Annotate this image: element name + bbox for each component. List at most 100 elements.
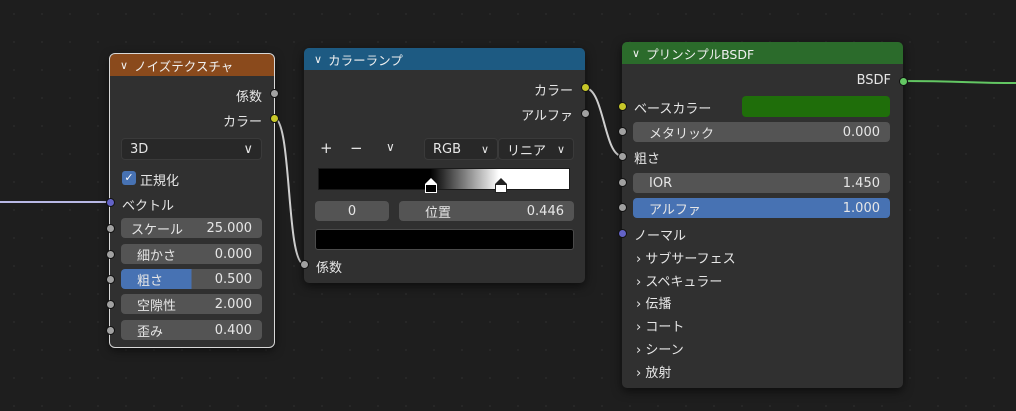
- panel-emission[interactable]: › 放射: [636, 362, 671, 381]
- chevron-down-icon[interactable]: ∨: [120, 59, 128, 72]
- dimension-dropdown[interactable]: 3D ∨: [121, 138, 262, 160]
- chevron-right-icon: ›: [636, 297, 642, 312]
- panel-sheen[interactable]: › シーン: [636, 339, 684, 358]
- ior-label: IOR: [649, 175, 673, 191]
- alpha-label: アルファ: [649, 202, 701, 218]
- ior-input-socket[interactable]: [618, 178, 627, 187]
- ramp-node-title: カラーランプ: [328, 52, 403, 68]
- bsdf-output-socket[interactable]: [899, 77, 908, 86]
- principled-bsdf-node[interactable]: ∨ プリンシプルBSDF BSDF ベースカラー メタリック 0.000 粗さ …: [622, 42, 903, 388]
- noise-fac-output-socket[interactable]: [270, 89, 279, 98]
- noise-lacunarity-input-socket[interactable]: [106, 300, 115, 309]
- output-fac-label: 係数: [235, 90, 262, 105]
- scale-value: 25.000: [206, 220, 253, 236]
- normalize-checkbox[interactable]: ✓: [122, 171, 136, 185]
- position-label: 位置: [425, 205, 452, 221]
- active-stop-index-field[interactable]: 0: [315, 201, 389, 221]
- panel-specular-label: スペキュラー: [645, 275, 723, 290]
- panel-subsurface-label: サブサーフェス: [645, 252, 736, 267]
- chevron-down-icon[interactable]: ∨: [314, 53, 322, 66]
- bsdf-node-title: プリンシプルBSDF: [646, 46, 755, 62]
- output-color-label: カラー: [222, 115, 262, 130]
- noise-node-title: ノイズテクスチャ: [134, 58, 234, 74]
- ramp-node-header[interactable]: ∨ カラーランプ: [304, 48, 585, 70]
- active-stop-index: 0: [347, 203, 357, 219]
- panel-emission-label: 放射: [645, 366, 672, 381]
- ramp-output-alpha-label: アルファ: [521, 109, 573, 124]
- color-ramp-node[interactable]: ∨ カラーランプ カラー アルファ + − ∨ RGB ∨ リニア ∨ 0 位置…: [304, 48, 585, 283]
- panel-coat-label: コート: [645, 320, 685, 335]
- panel-sheen-label: シーン: [645, 343, 684, 358]
- noise-vector-input-socket[interactable]: [106, 198, 115, 207]
- ramp-stop-white-marker[interactable]: [495, 178, 507, 193]
- minus-icon[interactable]: −: [350, 139, 363, 157]
- noise-color-output-socket[interactable]: [270, 114, 279, 123]
- roughness-label: 粗さ: [137, 273, 164, 289]
- alpha-value: 1.000: [842, 200, 880, 216]
- lacunarity-value: 2.000: [214, 296, 252, 312]
- detail-label: 細かさ: [137, 248, 177, 264]
- metallic-label: メタリック: [649, 126, 715, 142]
- ramp-fac-input-socket[interactable]: [300, 260, 309, 269]
- color-mode-value: RGB: [433, 141, 462, 157]
- chevron-right-icon: ›: [636, 252, 642, 267]
- plus-icon[interactable]: +: [320, 139, 333, 157]
- normal-input-socket[interactable]: [618, 229, 627, 238]
- ior-field[interactable]: IOR 1.450: [633, 173, 890, 193]
- stop-position-field[interactable]: 位置 0.446: [399, 201, 574, 221]
- roughness-value: 0.500: [214, 271, 252, 287]
- bsdf-node-header[interactable]: ∨ プリンシプルBSDF: [622, 42, 903, 64]
- color-ramp-gradient[interactable]: [318, 168, 570, 190]
- normal-input-label: ノーマル: [634, 229, 687, 244]
- base-color-label: ベースカラー: [634, 102, 712, 117]
- chevron-right-icon: ›: [636, 275, 642, 290]
- position-value: 0.446: [526, 203, 564, 219]
- link-ramp-color-to-roughness: [584, 87, 623, 157]
- alpha-input-socket[interactable]: [618, 203, 627, 212]
- chevron-down-icon[interactable]: ∨: [632, 47, 640, 60]
- noise-distortion-input-socket[interactable]: [106, 326, 115, 335]
- chevron-right-icon: ›: [636, 343, 642, 358]
- panel-transmission-label: 伝播: [645, 297, 672, 312]
- noise-texture-node[interactable]: ∨ ノイズテクスチャ 係数 カラー 3D ∨ ✓ 正規化 ベクトル スケール 2…: [109, 53, 275, 348]
- stop-color-swatch[interactable]: [315, 229, 574, 250]
- alpha-field[interactable]: アルファ 1.000: [633, 198, 890, 218]
- normalize-label: 正規化: [140, 174, 180, 189]
- scale-field[interactable]: スケール 25.000: [121, 218, 262, 238]
- panel-specular[interactable]: › スペキュラー: [636, 271, 722, 290]
- vector-input-label: ベクトル: [122, 199, 175, 214]
- interpolation-value: リニア: [507, 143, 547, 159]
- color-mode-dropdown[interactable]: RGB ∨: [424, 138, 498, 160]
- panel-subsurface[interactable]: › サブサーフェス: [636, 248, 736, 267]
- panel-coat[interactable]: › コート: [636, 316, 684, 335]
- chevron-down-icon[interactable]: ∨: [386, 140, 395, 154]
- roughness-field[interactable]: 粗さ 0.500: [121, 269, 262, 289]
- noise-roughness-input-socket[interactable]: [106, 275, 115, 284]
- panel-transmission[interactable]: › 伝播: [636, 293, 671, 312]
- scale-label: スケール: [131, 222, 184, 238]
- metallic-input-socket[interactable]: [618, 127, 627, 136]
- base-color-input-socket[interactable]: [618, 102, 627, 111]
- detail-field[interactable]: 細かさ 0.000: [121, 244, 262, 264]
- distortion-label: 歪み: [137, 324, 164, 340]
- bsdf-output-label: BSDF: [856, 73, 891, 88]
- lacunarity-label: 空隙性: [137, 298, 177, 314]
- noise-node-header[interactable]: ∨ ノイズテクスチャ: [110, 54, 274, 76]
- noise-scale-input-socket[interactable]: [106, 224, 115, 233]
- chevron-down-icon: ∨: [480, 142, 489, 156]
- ramp-alpha-output-socket[interactable]: [581, 109, 590, 118]
- roughness-input-socket[interactable]: [618, 152, 627, 161]
- lacunarity-field[interactable]: 空隙性 2.000: [121, 294, 262, 314]
- ior-value: 1.450: [842, 175, 880, 191]
- distortion-field[interactable]: 歪み 0.400: [121, 320, 262, 340]
- base-color-swatch[interactable]: [742, 96, 890, 117]
- chevron-right-icon: ›: [636, 366, 642, 381]
- distortion-value: 0.400: [214, 322, 252, 338]
- chevron-down-icon: ∨: [556, 142, 565, 156]
- interpolation-dropdown[interactable]: リニア ∨: [498, 138, 574, 160]
- metallic-field[interactable]: メタリック 0.000: [633, 122, 890, 142]
- ramp-color-output-socket[interactable]: [581, 83, 590, 92]
- noise-detail-input-socket[interactable]: [106, 250, 115, 259]
- chevron-right-icon: ›: [636, 320, 642, 335]
- ramp-stop-black-marker[interactable]: [425, 178, 437, 193]
